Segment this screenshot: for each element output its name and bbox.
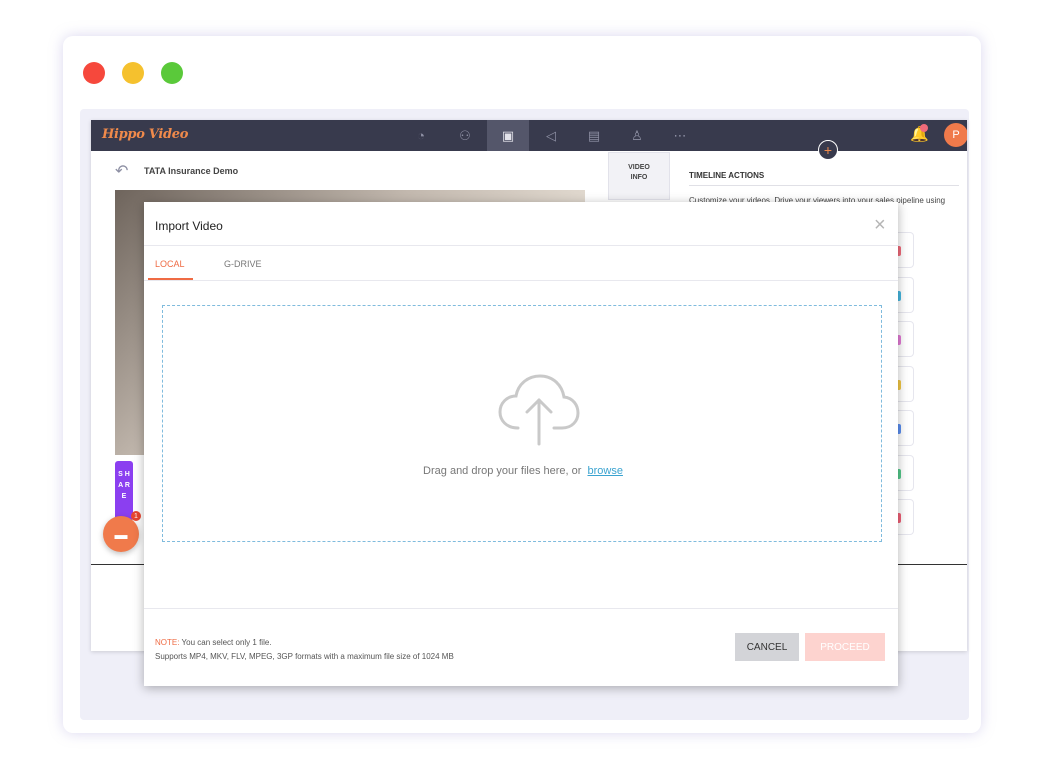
side-tab-label: VIDEO <box>628 164 650 171</box>
chat-badge: 1 <box>131 511 141 521</box>
share-tab[interactable]: S H A R E <box>115 461 133 521</box>
cloud-upload-icon <box>498 374 580 446</box>
window-close-dot[interactable] <box>83 62 105 84</box>
note-text: You can select only 1 file. <box>181 638 272 647</box>
avatar[interactable]: P <box>944 123 967 147</box>
contacts-icon[interactable]: ⚇ <box>444 120 486 151</box>
note-label: NOTE: <box>155 638 180 647</box>
file-drop-zone[interactable]: Drag and drop your files here, or browse <box>162 305 882 542</box>
tab-video-info[interactable]: VIDEO INFO <box>608 152 670 200</box>
campaign-icon[interactable]: ◁ <box>530 120 572 151</box>
note-line: NOTE: You can select only 1 file. <box>155 638 272 647</box>
cancel-button[interactable]: CANCEL <box>735 633 799 661</box>
divider <box>689 185 959 186</box>
timeline-heading: TIMELINE ACTIONS <box>689 171 765 180</box>
close-icon[interactable]: × <box>874 215 886 235</box>
back-arrow-icon[interactable]: ↶ <box>115 161 128 181</box>
notification-badge <box>920 124 928 132</box>
divider <box>144 280 898 281</box>
browse-link[interactable]: browse <box>587 465 622 477</box>
user-icon[interactable]: ♙ <box>616 120 658 151</box>
drop-text: Drag and drop your files here, or <box>423 465 582 477</box>
window-minimize-dot[interactable] <box>122 62 144 84</box>
tab-local[interactable]: LOCAL <box>155 259 185 269</box>
plus-icon[interactable]: + <box>818 140 838 160</box>
hippo-video-logo[interactable]: Hippo Video <box>102 127 188 142</box>
video-icon[interactable]: ▣ <box>487 120 529 151</box>
side-tab-label: INFO <box>630 174 648 181</box>
tab-g-drive[interactable]: G-DRIVE <box>224 259 262 269</box>
document-icon[interactable]: ▤ <box>573 120 615 151</box>
drop-instructions: Drag and drop your files here, or browse <box>163 465 883 477</box>
dashboard-icon[interactable]: ◔ <box>400 120 442 151</box>
divider <box>144 245 898 246</box>
modal-title: Import Video <box>155 219 223 233</box>
window-maximize-dot[interactable] <box>161 62 183 84</box>
import-video-modal: Import Video × LOCAL G-DRIVE Drag and dr… <box>144 202 898 686</box>
supported-formats-text: Supports MP4, MKV, FLV, MPEG, 3GP format… <box>155 652 454 661</box>
proceed-button[interactable]: PROCEED <box>805 633 885 661</box>
more-icon[interactable]: ⋯ <box>659 120 701 151</box>
video-title: TATA Insurance Demo <box>144 166 239 176</box>
chat-icon[interactable]: ▬ <box>103 516 139 552</box>
divider <box>144 608 898 609</box>
